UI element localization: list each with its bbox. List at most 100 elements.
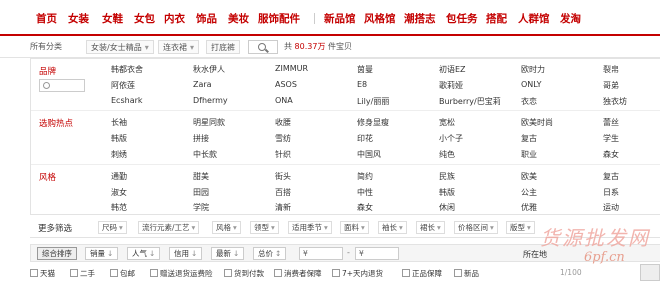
brand-item[interactable]: Ecshark [111, 96, 143, 105]
brand-item[interactable]: 衣恋 [521, 96, 537, 107]
nav-item-discover[interactable]: 发淘 [560, 11, 581, 26]
brand-item[interactable]: Lily/丽丽 [357, 96, 389, 107]
filter-checkbox-protection[interactable]: 消费者保障 [274, 268, 322, 279]
style-item[interactable]: 田园 [193, 187, 209, 198]
hot-item[interactable]: 中长款 [193, 149, 217, 160]
brand-item[interactable]: 秋水伊人 [193, 64, 225, 75]
filter-checkbox-free-shipping[interactable]: 包邮 [110, 268, 135, 279]
hot-item[interactable]: 针织 [275, 149, 291, 160]
sort-price-button[interactable]: 总价 ↕ [253, 247, 287, 260]
brand-item[interactable]: ONA [275, 96, 293, 105]
hot-item[interactable]: 小个子 [439, 133, 463, 144]
style-item[interactable]: 通勤 [111, 171, 127, 182]
hot-item[interactable]: 森女 [603, 149, 619, 160]
price-max-input[interactable]: ¥ [355, 247, 399, 260]
filter-dropdown-fit[interactable]: 版型 ▾ [506, 221, 535, 234]
style-item[interactable]: 森女 [357, 202, 373, 213]
style-item[interactable]: 中性 [357, 187, 373, 198]
brand-item[interactable]: 韩都衣舍 [111, 64, 143, 75]
brand-search-input[interactable] [39, 79, 85, 92]
style-item[interactable]: 日系 [603, 187, 619, 198]
hot-item[interactable]: 修身显瘦 [357, 117, 389, 128]
nav-item-match[interactable]: 搭配 [486, 11, 507, 26]
brand-item[interactable]: 裂帛 [603, 64, 619, 75]
style-item[interactable]: 运动 [603, 202, 619, 213]
hot-item[interactable]: 收腰 [275, 117, 291, 128]
filter-checkbox-secondhand[interactable]: 二手 [70, 268, 95, 279]
sort-sales-button[interactable]: 销量 ↓ [85, 247, 119, 260]
nav-item-task[interactable]: 包任务 [446, 11, 478, 26]
nav-item-bags[interactable]: 女包 [134, 11, 155, 26]
hot-item[interactable]: 中国风 [357, 149, 381, 160]
brand-item[interactable]: 茵曼 [357, 64, 373, 75]
nav-item-beauty[interactable]: 美妆 [228, 11, 249, 26]
style-item[interactable]: 学院 [193, 202, 209, 213]
nav-item-style[interactable]: 风格馆 [364, 11, 396, 26]
brand-item[interactable]: ASOS [275, 80, 297, 89]
hot-item[interactable]: 宽松 [439, 117, 455, 128]
style-item[interactable]: 优雅 [521, 202, 537, 213]
brand-item[interactable]: 阿依莲 [111, 80, 135, 91]
brand-item[interactable]: 欧时力 [521, 64, 545, 75]
style-item[interactable]: 清新 [275, 202, 291, 213]
brand-item[interactable]: Dfhermy [193, 96, 228, 105]
sort-credit-button[interactable]: 信用 ↓ [169, 247, 203, 260]
style-item[interactable]: 民族 [439, 171, 455, 182]
hot-item[interactable]: 雪纺 [275, 133, 291, 144]
nav-item-home[interactable]: 首页 [36, 11, 57, 26]
brand-item[interactable]: 初语EZ [439, 64, 466, 75]
brand-item[interactable]: ONLY [521, 80, 542, 89]
brand-item[interactable]: Burberry/巴宝莉 [439, 96, 501, 107]
style-item[interactable]: 韩范 [111, 202, 127, 213]
nav-item-accessories[interactable]: 饰品 [196, 11, 217, 26]
nav-item-women[interactable]: 女装 [68, 11, 89, 26]
sort-default-button[interactable]: 综合排序 [37, 247, 77, 260]
hot-item[interactable]: 职业 [521, 149, 537, 160]
style-item[interactable]: 欧美 [521, 171, 537, 182]
filter-checkbox-cod[interactable]: 货到付款 [224, 268, 264, 279]
style-item[interactable]: 淑女 [111, 187, 127, 198]
filter-dropdown-collar[interactable]: 领型 ▾ [250, 221, 279, 234]
nav-item-trend[interactable]: 潮搭志 [404, 11, 436, 26]
nav-item-underwear[interactable]: 内衣 [164, 11, 185, 26]
hot-item[interactable]: 欧美时尚 [521, 117, 553, 128]
brand-item[interactable]: 歌莉娅 [439, 80, 463, 91]
style-item[interactable]: 复古 [603, 171, 619, 182]
hot-item[interactable]: 刺绣 [111, 149, 127, 160]
hot-item[interactable]: 纯色 [439, 149, 455, 160]
style-item[interactable]: 百搭 [275, 187, 291, 198]
hot-item[interactable]: 韩版 [111, 133, 127, 144]
filter-dropdown-style[interactable]: 风格 ▾ [212, 221, 241, 234]
brand-item[interactable]: 哥弟 [603, 80, 619, 91]
breadcrumb-all[interactable]: 所有分类 [30, 40, 62, 54]
filter-checkbox-return-insurance[interactable]: 赠送退货运费险 [150, 268, 213, 279]
nav-item-shoes[interactable]: 女鞋 [102, 11, 123, 26]
filter-dropdown-elements[interactable]: 流行元素/工艺 ▾ [138, 221, 200, 234]
brand-item[interactable]: Zara [193, 80, 212, 89]
filter-checkbox-tmall[interactable]: 天猫 [30, 268, 55, 279]
sort-popularity-button[interactable]: 人气 ↓ [127, 247, 161, 260]
price-min-input[interactable]: ¥ [299, 247, 343, 260]
filter-dropdown-price[interactable]: 价格区间 ▾ [454, 221, 498, 234]
sort-newest-button[interactable]: 最新 ↓ [211, 247, 245, 260]
filter-dropdown-sleeve[interactable]: 袖长 ▾ [378, 221, 407, 234]
hot-item[interactable]: 明星同款 [193, 117, 225, 128]
filter-dropdown-length[interactable]: 裙长 ▾ [416, 221, 445, 234]
filter-checkbox-new[interactable]: 新品 [454, 268, 479, 279]
breadcrumb-category[interactable]: 女装/女士精品 ▾ [86, 40, 154, 54]
filter-dropdown-season[interactable]: 适用季节 ▾ [288, 221, 332, 234]
hot-item[interactable]: 学生 [603, 133, 619, 144]
nav-item-crowd[interactable]: 人群馆 [518, 11, 550, 26]
breadcrumb-subcategory[interactable]: 连衣裙 ▾ [158, 40, 200, 54]
filter-checkbox-genuine[interactable]: 正品保障 [402, 268, 442, 279]
hot-item[interactable]: 拼接 [193, 133, 209, 144]
breadcrumb-search-button[interactable] [248, 40, 278, 54]
brand-item[interactable]: ZIMMUR [275, 64, 308, 73]
style-item[interactable]: 公主 [521, 187, 537, 198]
brand-item[interactable]: E8 [357, 80, 367, 89]
style-item[interactable]: 甜美 [193, 171, 209, 182]
style-item[interactable]: 街头 [275, 171, 291, 182]
hot-item[interactable]: 复古 [521, 133, 537, 144]
style-item[interactable]: 韩版 [439, 187, 455, 198]
breadcrumb-keyword[interactable]: 打底裤 [206, 40, 240, 54]
